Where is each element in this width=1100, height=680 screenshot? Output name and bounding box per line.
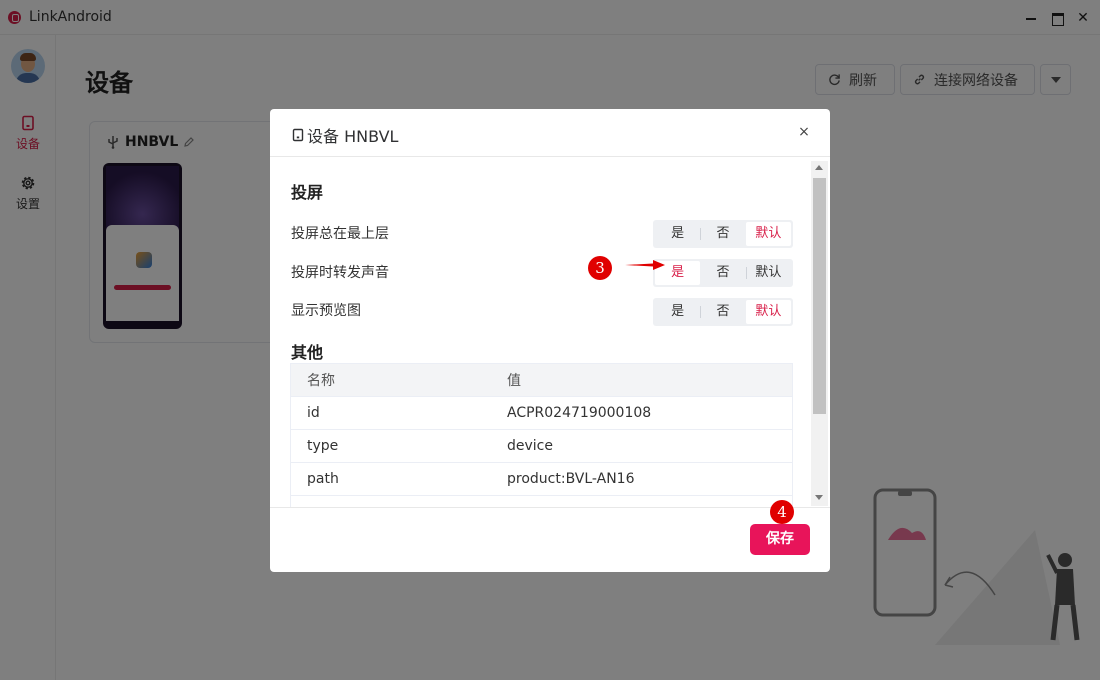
forward-audio-toggle: 是 否 默认 [653, 259, 793, 287]
setting-label-forward-audio: 投屏时转发声音 [291, 265, 389, 281]
setting-label-always-on-top: 投屏总在最上层 [291, 226, 389, 242]
section-title-other: 其他 [291, 343, 324, 362]
option-default[interactable]: 默认 [745, 300, 791, 324]
device-info-table: 名称 值 id ACPR024719000108 type device pat… [290, 363, 793, 507]
dialog-scrollbar[interactable] [811, 161, 828, 506]
table-cell-value: device [507, 438, 553, 454]
table-row [291, 496, 792, 507]
close-dialog-button[interactable]: × [795, 123, 813, 141]
option-yes[interactable]: 是 [655, 222, 700, 246]
option-no[interactable]: 否 [700, 300, 745, 324]
dialog-body: 投屏 投屏总在最上层 是 否 默认 投屏时转发声音 是 否 默认 显示预览图 是… [270, 157, 830, 507]
scroll-down-arrow-icon[interactable] [815, 495, 823, 500]
column-header-name: 名称 [307, 373, 335, 389]
dialog-header: 设备 HNBVL × [270, 109, 830, 157]
option-no[interactable]: 否 [700, 261, 745, 285]
dialog-title: 设备 HNBVL [291, 123, 398, 147]
option-default[interactable]: 默认 [745, 261, 791, 285]
device-settings-dialog: 设备 HNBVL × 投屏 投屏总在最上层 是 否 默认 投屏时转发声音 是 否… [270, 109, 830, 572]
section-title-mirror: 投屏 [291, 183, 324, 202]
table-cell-value: product:BVL-AN16 [507, 471, 635, 487]
always-on-top-toggle: 是 否 默认 [653, 220, 793, 248]
option-default[interactable]: 默认 [745, 222, 791, 246]
table-row: type device [291, 430, 792, 463]
scroll-up-arrow-icon[interactable] [815, 165, 823, 170]
dialog-footer: 保存 [270, 507, 830, 572]
setting-label-show-preview: 显示预览图 [291, 303, 361, 319]
device-icon [292, 128, 304, 142]
table-cell-name: id [307, 405, 320, 421]
table-cell-name: path [307, 471, 339, 487]
table-cell-value: ACPR024719000108 [507, 405, 652, 421]
column-header-value: 值 [507, 373, 521, 389]
scrollbar-thumb[interactable] [813, 178, 826, 414]
table-cell-name: type [307, 438, 339, 454]
save-button[interactable]: 保存 [750, 524, 810, 555]
show-preview-toggle: 是 否 默认 [653, 298, 793, 326]
table-header-row: 名称 值 [291, 364, 792, 397]
annotation-arrow-icon [625, 260, 665, 270]
table-row: path product:BVL-AN16 [291, 463, 792, 496]
annotation-marker-4: 4 [770, 500, 794, 524]
annotation-marker-3: 3 [588, 256, 612, 280]
option-yes[interactable]: 是 [655, 300, 700, 324]
table-row: id ACPR024719000108 [291, 397, 792, 430]
option-no[interactable]: 否 [700, 222, 745, 246]
